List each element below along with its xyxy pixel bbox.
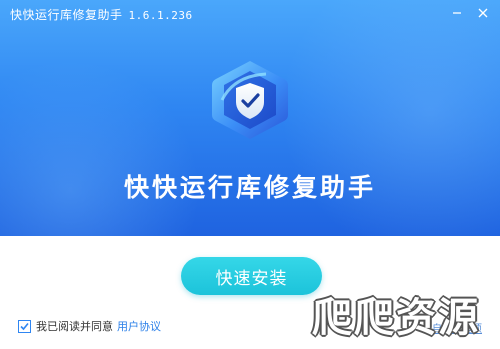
minimize-icon [453,12,461,14]
agreement-checkbox[interactable] [18,319,31,333]
checkmark-icon [20,322,29,330]
window-title: 快快运行库修复助手 1.6.1.236 [10,6,193,23]
header-glow-left [0,60,200,236]
close-icon [478,8,488,18]
close-button[interactable] [472,4,494,22]
window-title-label: 快快运行库修复助手 [10,8,123,22]
shield-check-icon [212,61,288,139]
installer-window: 快快运行库修复助手 1.6.1.236 快快运行库修复助手 快速安装 我已阅读并… [0,0,500,349]
quick-install-button[interactable]: 快速安装 [181,257,322,295]
agreement-row: 我已阅读并同意 用户协议 [18,318,161,334]
window-version: 1.6.1.236 [128,9,193,22]
custom-options-link[interactable]: 自定义选项 [432,320,482,335]
minimize-button[interactable] [446,4,468,22]
user-agreement-link[interactable]: 用户协议 [117,318,161,334]
app-name-heading: 快快运行库修复助手 [123,173,376,202]
agreement-text: 我已阅读并同意 [36,320,113,333]
watermark: 爬爬资源 [312,295,480,341]
header-banner: 快快运行库修复助手 1.6.1.236 快快运行库修复助手 [0,0,500,236]
